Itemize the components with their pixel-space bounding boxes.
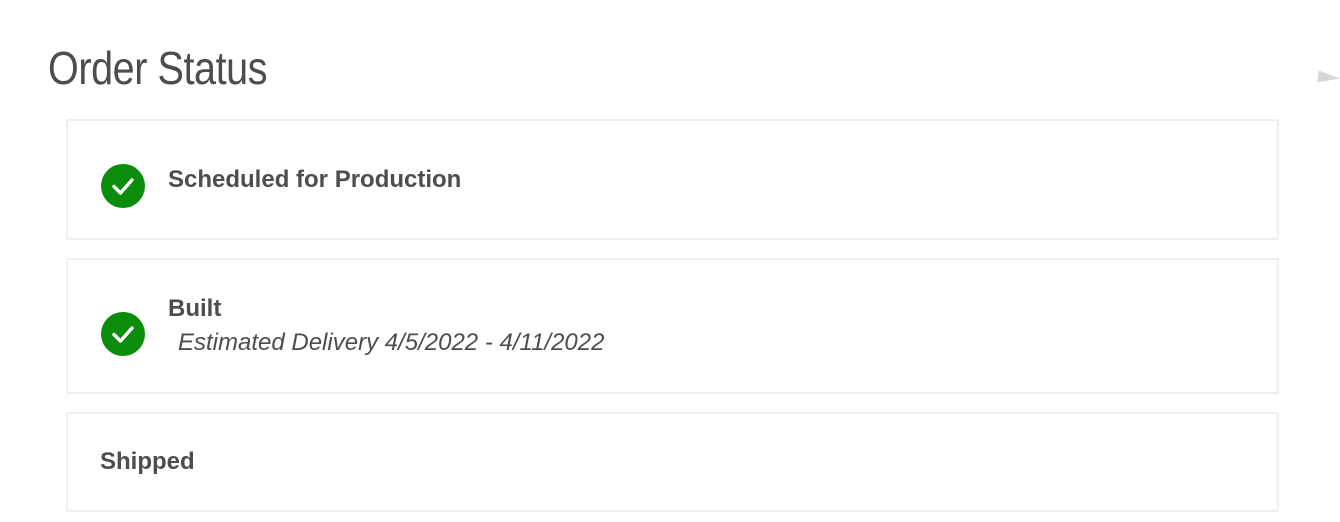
estimated-delivery-text: Estimated Delivery 4/5/2022 - 4/11/2022 (178, 329, 605, 356)
status-card-built: Built Estimated Delivery 4/5/2022 - 4/11… (66, 258, 1279, 394)
status-title: Built (168, 295, 222, 322)
status-title: Shipped (100, 448, 195, 475)
decorative-arrow-icon (1317, 70, 1340, 86)
status-card-shipped: Shipped (66, 412, 1279, 512)
page-title: Order Status (48, 42, 268, 94)
check-circle-icon (101, 312, 145, 356)
status-card-scheduled-for-production: Scheduled for Production (66, 119, 1279, 240)
status-title: Scheduled for Production (168, 166, 462, 193)
check-circle-icon (101, 164, 145, 208)
